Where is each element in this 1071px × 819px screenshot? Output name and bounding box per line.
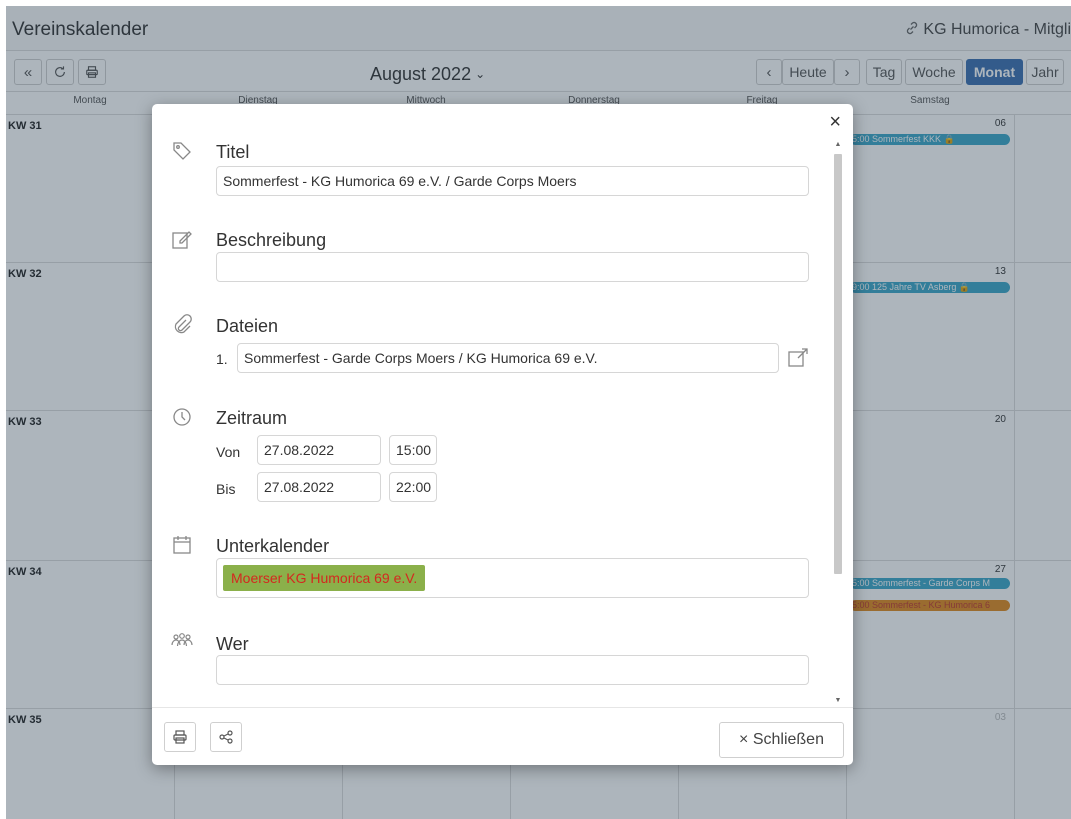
- file-name-field[interactable]: Sommerfest - Garde Corps Moers / KG Humo…: [237, 343, 779, 373]
- description-label: Beschreibung: [216, 230, 327, 250]
- title-label: Titel: [216, 142, 250, 162]
- dialog-footer: × Schließen: [152, 707, 853, 765]
- from-label: Von: [216, 444, 241, 460]
- calendar-icon: [171, 534, 193, 556]
- paperclip-icon: [171, 314, 193, 336]
- printer-icon: [173, 730, 187, 744]
- to-label: Bis: [216, 481, 236, 497]
- who-field[interactable]: [216, 655, 809, 685]
- share-button[interactable]: [210, 722, 242, 752]
- from-date-field[interactable]: 27.08.2022: [257, 435, 381, 465]
- from-time-field[interactable]: 15:00: [389, 435, 437, 465]
- scroll-up-icon[interactable]: ▲: [833, 140, 843, 150]
- subcalendar-field[interactable]: Moerser KG Humorica 69 e.V.: [216, 558, 809, 598]
- files-label: Dateien: [216, 316, 279, 336]
- clock-icon: [171, 406, 193, 428]
- scrollbar-thumb[interactable]: [834, 154, 842, 574]
- title-field[interactable]: Sommerfest - KG Humorica 69 e.V. / Garde…: [216, 166, 809, 196]
- who-label: Wer: [216, 634, 249, 654]
- to-time-field[interactable]: 22:00: [389, 472, 437, 502]
- open-external-icon[interactable]: [787, 347, 809, 369]
- calendar-app: Vereinskalender KG Humorica - Mitgli « A…: [0, 0, 1071, 819]
- subcalendar-label: Unterkalender: [216, 536, 330, 556]
- close-button[interactable]: × Schließen: [719, 722, 844, 758]
- file-index: 1.: [216, 351, 228, 367]
- timeframe-label: Zeitraum: [216, 408, 288, 428]
- share-icon: [219, 730, 233, 744]
- dialog-content: Titel Sommerfest - KG Humorica 69 e.V. /…: [152, 104, 853, 708]
- people-icon: [171, 630, 193, 652]
- dialog-scrollbar[interactable]: ▲ ▼: [833, 140, 843, 706]
- scroll-down-icon[interactable]: ▼: [833, 696, 843, 706]
- tag-icon: [171, 140, 193, 162]
- edit-icon: [171, 228, 193, 250]
- print-button[interactable]: [164, 722, 196, 752]
- event-detail-dialog: × Titel Sommerfest - KG Humorica 69 e.V.…: [152, 104, 853, 765]
- description-field[interactable]: [216, 252, 809, 282]
- to-date-field[interactable]: 27.08.2022: [257, 472, 381, 502]
- subcalendar-tag[interactable]: Moerser KG Humorica 69 e.V.: [223, 565, 426, 591]
